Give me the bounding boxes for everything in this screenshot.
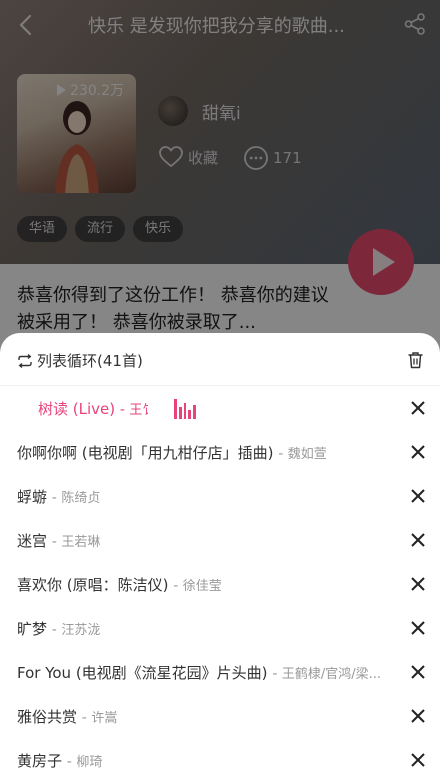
song-text: 你啊你啊 (电视剧「用九柑仔店」插曲) - 魏如萱 [17,442,395,463]
song-text: 旷梦 - 汪苏泷 [17,618,395,639]
song-artist: 王鹤棣/官鸿/梁... [281,667,382,682]
song-text: For You (电视剧《流星花园》片头曲) - 王鹤棣/官鸿/梁... [17,662,395,683]
song-separator: - [51,490,62,506]
close-icon[interactable] [410,752,426,768]
equalizer-icon [174,399,196,419]
sheet-header: 列表循环(41首) [0,333,440,386]
song-text: 蜉蝣 - 陈绮贞 [17,486,395,507]
trash-icon[interactable] [407,351,424,369]
song-text: 黄房子 - 柳琦 [17,750,395,771]
playlist-sheet: 列表循环(41首) 树读 (Live) - 王饣 你啊你啊 [0,333,440,783]
song-separator: - [81,710,92,726]
song-title: 树读 (Live) [38,400,116,418]
song-separator: - [51,622,62,638]
song-artist: 许嵩 [91,711,118,726]
song-row-active[interactable]: 树读 (Live) - 王饣 [0,386,440,430]
close-icon[interactable] [410,576,426,592]
song-row[interactable]: 迷宫 - 王若琳 [0,518,440,562]
close-icon[interactable] [410,664,426,680]
song-text: 树读 (Live) - 王饣 [38,398,148,419]
song-text: 喜欢你 (原唱：陈洁仪) - 徐佳莹 [17,574,395,595]
song-row[interactable]: 雅俗共赏 - 许嵩 [0,694,440,738]
song-title: For You (电视剧《流星花园》片头曲) [17,664,268,682]
close-icon[interactable] [410,444,426,460]
song-row[interactable]: 黄房子 - 柳琦 [0,738,440,782]
close-icon[interactable] [410,620,426,636]
song-separator: - [272,666,282,682]
song-separator: - [173,578,183,594]
song-separator: - [66,754,77,770]
close-icon[interactable] [410,532,426,548]
song-list: 树读 (Live) - 王饣 你啊你啊 (电视剧「用九柑仔店」插曲) - 魏如萱 [0,386,440,782]
song-artist: 魏如萱 [287,447,327,462]
song-title: 蜉蝣 [17,488,48,506]
song-title: 喜欢你 (原唱：陈洁仪) [17,576,169,594]
song-artist: 王饣 [129,403,148,418]
song-title: 迷宫 [17,532,48,550]
play-mode-label[interactable]: 列表循环(41首) [37,350,143,371]
song-artist: 柳琦 [76,755,103,770]
song-row[interactable]: 蜉蝣 - 陈绮贞 [0,474,440,518]
song-title: 旷梦 [17,620,48,638]
song-title: 黄房子 [17,752,63,770]
song-title: 雅俗共赏 [17,708,78,726]
song-separator: - [278,446,288,462]
close-icon[interactable] [410,488,426,504]
song-row[interactable]: 喜欢你 (原唱：陈洁仪) - 徐佳莹 [0,562,440,606]
song-separator: - [51,534,62,550]
song-row[interactable]: For You (电视剧《流星花园》片头曲) - 王鹤棣/官鸿/梁... [0,650,440,694]
song-separator: - [119,402,130,418]
loop-icon[interactable] [17,353,33,369]
song-artist: 徐佳莹 [182,579,222,594]
song-artist: 陈绮贞 [61,491,101,506]
song-artist: 王若琳 [61,535,101,550]
song-row[interactable]: 你啊你啊 (电视剧「用九柑仔店」插曲) - 魏如萱 [0,430,440,474]
song-artist: 汪苏泷 [61,623,101,638]
close-icon[interactable] [410,708,426,724]
song-text: 雅俗共赏 - 许嵩 [17,706,395,727]
song-row[interactable]: 旷梦 - 汪苏泷 [0,606,440,650]
song-title: 你啊你啊 (电视剧「用九柑仔店」插曲) [17,444,274,462]
song-text: 迷宫 - 王若琳 [17,530,395,551]
close-icon[interactable] [410,400,426,416]
